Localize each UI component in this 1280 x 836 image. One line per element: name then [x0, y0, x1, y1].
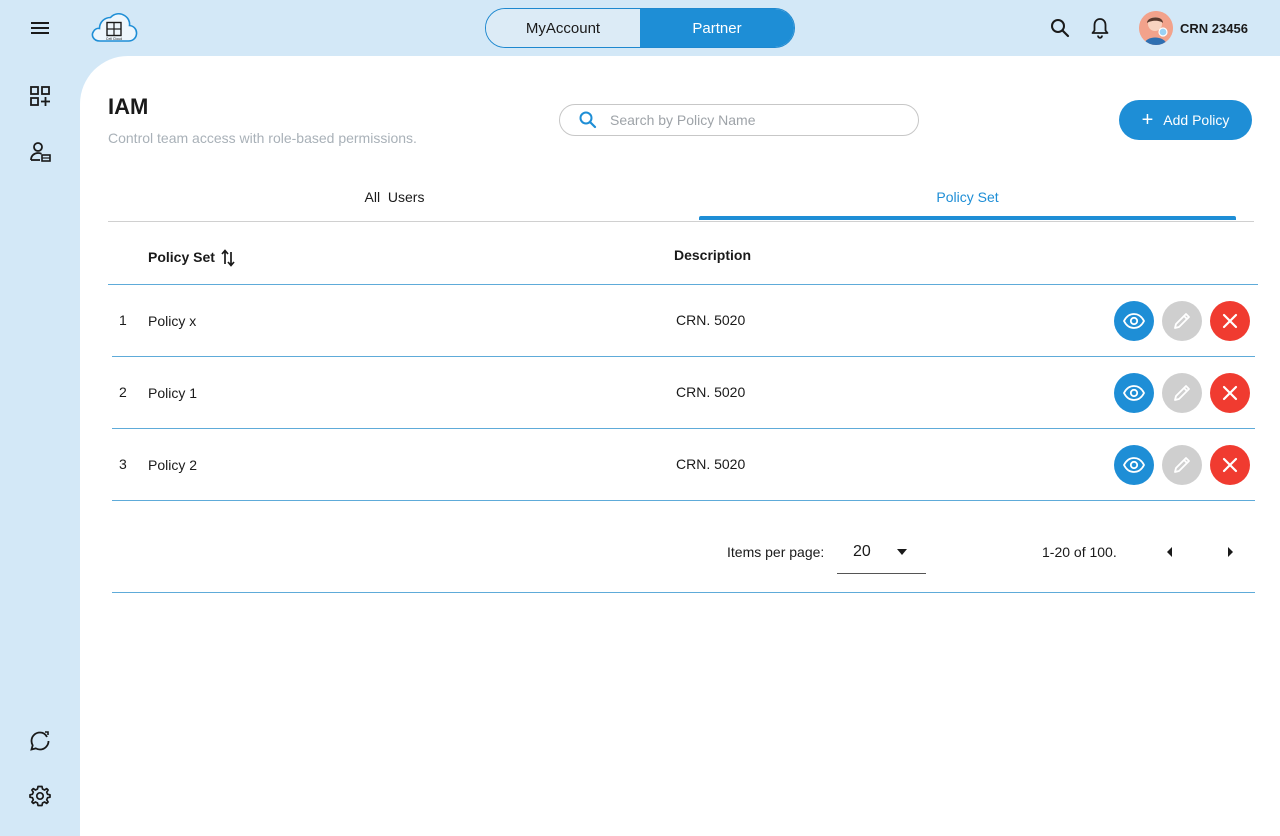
table-row: 3 Policy 2 CRN. 5020 — [112, 429, 1255, 501]
edit-button[interactable] — [1162, 373, 1202, 413]
table-row: 2 Policy 1 CRN. 5020 — [112, 357, 1255, 429]
close-icon — [1222, 457, 1238, 473]
row-index: 3 — [119, 456, 127, 472]
close-icon — [1222, 313, 1238, 329]
next-page-icon[interactable] — [1218, 540, 1242, 564]
menu-icon[interactable] — [28, 16, 52, 40]
row-policy-name: Policy 2 — [148, 457, 198, 473]
row-index: 1 — [119, 312, 127, 328]
row-index: 2 — [119, 384, 127, 400]
page-title: IAM — [108, 94, 149, 119]
row-description: CRN. 5020 — [676, 456, 746, 472]
row-policy-name: Policy x — [148, 313, 197, 329]
tab-policy-set[interactable]: Policy Set — [699, 174, 1236, 220]
add-policy-button[interactable]: + Add Policy — [1119, 100, 1252, 140]
row-description: CRN. 5020 — [676, 312, 746, 328]
row-description: CRN. 5020 — [676, 384, 746, 400]
plus-icon: + — [1141, 109, 1154, 131]
eye-icon — [1122, 313, 1146, 329]
paginator: Items per page: 20 1-20 of 100. — [112, 500, 1255, 593]
edit-button[interactable] — [1162, 301, 1202, 341]
table-header: Policy Set Description — [108, 221, 1258, 285]
close-icon — [1222, 385, 1238, 401]
toggle-myaccount[interactable]: MyAccount — [486, 9, 640, 47]
header-description: Description — [674, 247, 752, 263]
pencil-icon — [1174, 457, 1190, 473]
add-policy-label: Add Policy — [1163, 112, 1230, 128]
pencil-icon — [1174, 313, 1190, 329]
delete-button[interactable] — [1210, 301, 1250, 341]
previous-page-icon[interactable] — [1158, 540, 1182, 564]
crn-label: CRN 23456 — [1180, 20, 1248, 36]
dashboard-add-icon[interactable] — [28, 84, 52, 108]
items-per-page-select[interactable]: 20 — [837, 530, 926, 574]
eye-icon — [1122, 457, 1146, 473]
view-button[interactable] — [1114, 373, 1154, 413]
view-button[interactable] — [1114, 445, 1154, 485]
delete-button[interactable] — [1210, 373, 1250, 413]
bell-icon[interactable] — [1088, 16, 1112, 40]
items-per-page-label: Items per page: — [727, 544, 825, 560]
page-subtitle: Control team access with role-based perm… — [108, 130, 417, 146]
header-policy-set[interactable]: Policy Set — [148, 249, 215, 265]
active-tab-indicator — [699, 216, 1236, 220]
account-toggle: MyAccount Partner — [485, 8, 795, 48]
table-row: 1 Policy x CRN. 5020 — [112, 285, 1255, 357]
sort-icon[interactable] — [220, 248, 236, 268]
cloud-logo[interactable]: Cell Cloud — [89, 11, 139, 45]
view-button[interactable] — [1114, 301, 1154, 341]
top-bar: Cell Cloud MyAccount Partner CRN 23456 — [0, 0, 1280, 56]
gear-icon[interactable] — [28, 784, 52, 808]
search-input[interactable] — [608, 111, 902, 129]
user-manage-icon[interactable] — [28, 140, 52, 164]
search-icon[interactable] — [1048, 16, 1072, 40]
items-per-page-value: 20 — [853, 543, 871, 560]
search-box — [559, 104, 919, 136]
edit-button[interactable] — [1162, 445, 1202, 485]
tab-all-users[interactable]: All Users — [108, 174, 681, 220]
main-panel: IAM Control team access with role-based … — [80, 56, 1280, 836]
profile-menu[interactable]: CRN 23456 — [1139, 11, 1248, 45]
pencil-icon — [1174, 385, 1190, 401]
search-icon[interactable] — [578, 110, 598, 130]
page-range-label: 1-20 of 100. — [1042, 544, 1117, 560]
toggle-partner[interactable]: Partner — [640, 9, 794, 47]
svg-text:Cell Cloud: Cell Cloud — [106, 37, 122, 41]
tab-bar: All Users Policy Set — [108, 174, 1254, 222]
delete-button[interactable] — [1210, 445, 1250, 485]
row-policy-name: Policy 1 — [148, 385, 198, 401]
chat-refresh-icon[interactable] — [28, 729, 52, 753]
avatar[interactable] — [1139, 11, 1173, 45]
caret-down-icon — [897, 549, 907, 555]
eye-icon — [1122, 385, 1146, 401]
